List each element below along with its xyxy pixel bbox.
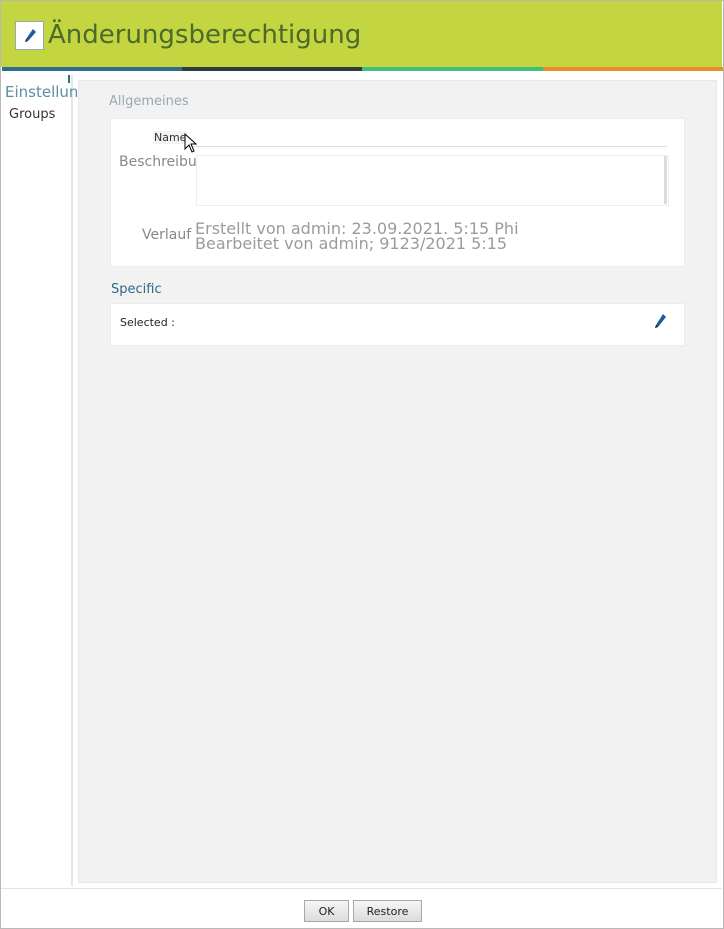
pencil-icon [15, 21, 44, 50]
mouse-cursor-icon [184, 133, 198, 153]
sidebar-item-groups[interactable]: Groups [9, 107, 55, 122]
sidebar-active-marker [68, 75, 70, 83]
selected-label: Selected : [120, 316, 175, 329]
description-field[interactable] [196, 155, 669, 206]
specific-panel [110, 303, 685, 346]
name-label: Name [153, 131, 188, 144]
edit-selection-button[interactable] [651, 312, 669, 332]
header-stripe [543, 67, 723, 71]
history-label: Verlauf [142, 227, 192, 243]
header-stripe [182, 67, 362, 71]
section-title-specific: Specific [111, 282, 162, 297]
section-title-general: Allgemeines [109, 94, 189, 109]
restore-button[interactable]: Restore [353, 900, 422, 922]
ok-button[interactable]: OK [304, 900, 349, 922]
sidebar [3, 75, 73, 886]
dialog-title: Änderungsberechtigung [48, 20, 362, 50]
header-stripe [362, 67, 543, 71]
pencil-icon [655, 314, 666, 328]
dialog-header: Änderungsberechtigung [1, 1, 722, 67]
description-scrollbar[interactable] [664, 156, 667, 204]
history-edited: Bearbeitet von admin; 9123/2021 5:15 [195, 234, 508, 253]
header-stripe [2, 67, 182, 71]
name-field[interactable] [185, 130, 667, 147]
